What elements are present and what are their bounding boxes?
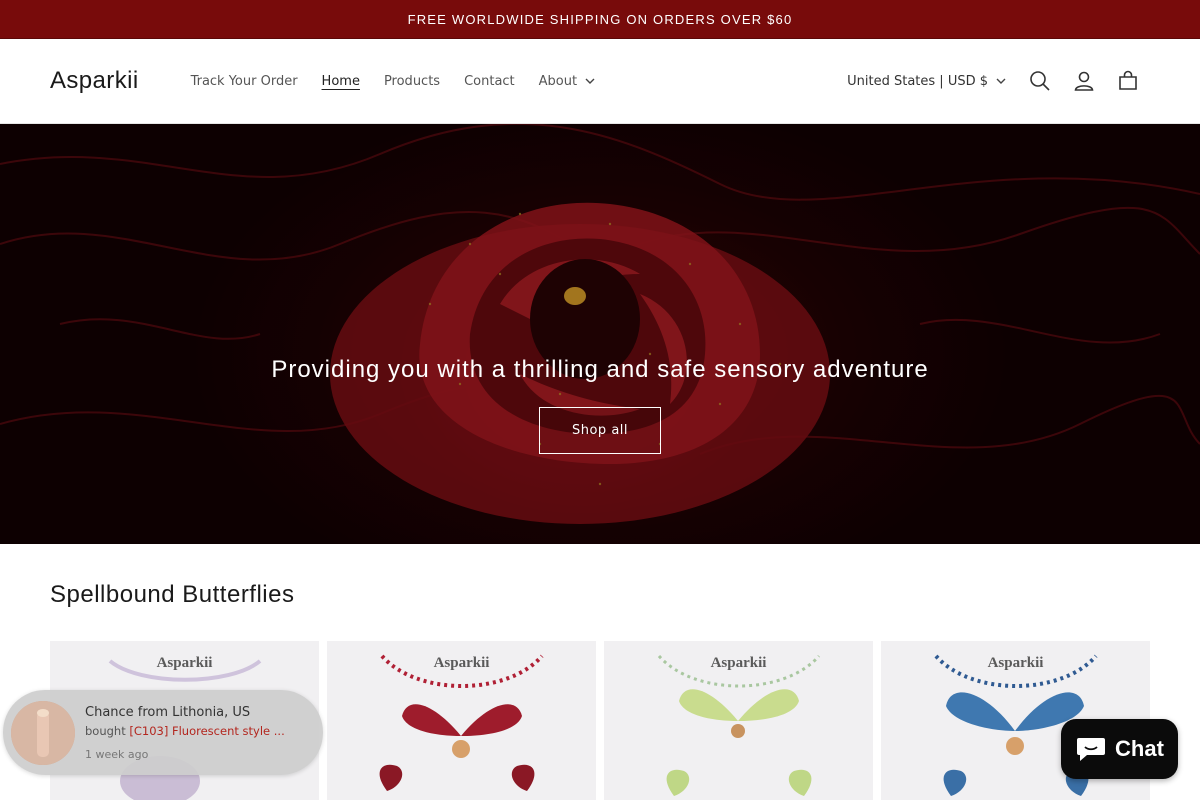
country-selector[interactable]: United States | USD $ (847, 74, 1006, 89)
nav-track-order[interactable]: Track Your Order (179, 74, 310, 89)
toast-customer: Chance from Lithonia, US (85, 704, 251, 720)
header-actions: United States | USD $ (847, 59, 1150, 103)
cart-icon (1119, 70, 1137, 90)
product-brand: Asparkii (987, 655, 1044, 671)
hero-title: Providing you with a thrilling and safe … (271, 356, 929, 383)
announcement-text: FREE WORLDWIDE SHIPPING ON ORDERS OVER $… (407, 11, 793, 27)
nav-contact[interactable]: Contact (452, 74, 527, 89)
announcement-bar: FREE WORLDWIDE SHIPPING ON ORDERS OVER $… (0, 0, 1200, 39)
nav-products[interactable]: Products (372, 74, 452, 89)
nav-about-label: About (538, 73, 578, 89)
chat-label: Chat (1115, 736, 1164, 761)
toast-body: Chance from Lithonia, US bought [C103] F… (85, 705, 285, 761)
hero-rose-image (0, 124, 1200, 544)
recent-purchase-popup[interactable]: Chance from Lithonia, US bought [C103] F… (3, 690, 323, 775)
country-label: United States | USD $ (847, 73, 988, 89)
product-brand: Asparkii (156, 655, 213, 671)
product-brand: Asparkii (710, 655, 767, 671)
toast-product-image (11, 700, 75, 765)
nav-about[interactable]: About (527, 74, 607, 89)
chat-button[interactable]: Chat (1061, 719, 1178, 779)
chat-bubble-icon (1077, 738, 1106, 761)
collection-title: Spellbound Butterflies (50, 581, 295, 608)
account-button[interactable] (1062, 59, 1106, 103)
account-icon (1074, 71, 1094, 91)
chevron-down-icon (585, 78, 595, 84)
toast-time: 1 week ago (85, 747, 149, 761)
shop-all-button[interactable]: Shop all (539, 407, 661, 454)
product-brand: Asparkii (433, 655, 490, 671)
chevron-down-icon (996, 78, 1006, 84)
toast-purchase: bought [C103] Fluorescent style ... (85, 724, 285, 738)
nav-home[interactable]: Home (310, 74, 372, 89)
hero-banner: Providing you with a thrilling and safe … (0, 124, 1200, 544)
product-card[interactable]: Asparkii (327, 641, 596, 800)
cart-button[interactable] (1106, 59, 1150, 103)
main-nav: Track Your Order Home Products Contact A… (179, 74, 608, 89)
search-button[interactable] (1018, 59, 1062, 103)
logo[interactable]: Asparkii (50, 67, 139, 95)
product-card[interactable]: Asparkii (604, 641, 873, 800)
toast-bought-label: bought (85, 723, 126, 738)
site-header: Asparkii Track Your Order Home Products … (0, 39, 1200, 124)
toast-product-link[interactable]: [C103] Fluorescent style ... (129, 724, 284, 738)
search-icon (1030, 71, 1050, 91)
